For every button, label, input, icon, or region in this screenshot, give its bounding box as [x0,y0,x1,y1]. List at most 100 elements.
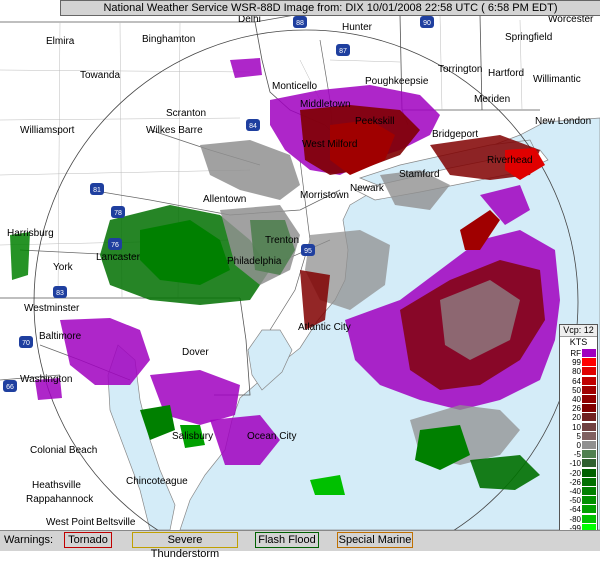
city-label: Torrington [438,64,482,75]
legend-item: 64 [560,376,597,386]
legend-unit: KTS [569,337,588,347]
legend-item-label: -40 [569,487,581,496]
legend-item-label: 10 [572,422,581,432]
legend-item: 26 [560,404,597,413]
warnings-label: Warnings: [4,534,54,546]
legend-item-swatch [582,514,596,523]
city-label: Lancaster [96,252,141,263]
flash-flood-warning-button[interactable]: Flash Flood [255,532,319,548]
city-label: Trenton [265,235,299,246]
legend-item: -10 [560,459,597,468]
legend-item-swatch [582,395,596,403]
legend-item-label: 80 [572,367,581,377]
city-label: Elmira [46,36,75,47]
legend-item-label: -5 [573,450,581,460]
legend-item: 99 [560,358,597,367]
legend-item-label: 26 [572,404,581,414]
city-label: Washington [20,374,72,385]
city-label: Towanda [80,70,120,81]
highway-shield-label: 88 [296,20,304,27]
legend-item-swatch [582,385,596,394]
legend-item-swatch [582,450,596,459]
legend-item-label: 5 [576,431,581,441]
legend-item: 40 [560,395,597,404]
city-label: Morristown [300,190,349,201]
city-label: Atlantic City [298,322,351,333]
city-label: Scranton [166,108,206,119]
highway-shield-label: 83 [56,290,64,297]
legend-item-swatch [582,376,596,385]
warnings-bar: Warnings: Tornado Severe Thunderstorm Fl… [0,530,600,560]
legend-item-swatch [582,367,596,376]
city-label: Monticello [272,81,317,92]
legend-item-label: 20 [572,413,581,423]
severe-thunderstorm-warning-button[interactable]: Severe Thunderstorm [132,532,238,560]
radar-map: Delhi Hunter Worcester Elmira Binghamton… [0,0,600,530]
image-title: National Weather Service WSR-88D Image f… [103,2,558,14]
legend-item: 5 [560,431,597,441]
legend-item-label: -20 [569,468,581,478]
city-label: Allentown [203,194,246,205]
city-label: Salisbury [172,431,213,442]
city-label: Heathsville [32,480,81,491]
legend-item-swatch [582,505,596,514]
legend-item: 20 [560,413,597,422]
legend-item: -40 [560,487,597,496]
city-label: Rappahannock [26,494,94,505]
city-label: Williamsport [20,125,75,136]
legend-item: RF [560,349,597,358]
legend-item-label: RF [570,349,581,358]
legend-title: Vcp: 12 [560,325,597,337]
legend-item: -80 [560,514,597,524]
legend-item: -64 [560,505,597,514]
highway-shield-label: 81 [93,187,101,194]
legend-item-label: -10 [569,459,581,469]
city-label: New London [535,116,591,127]
city-label: Middletown [300,99,351,110]
city-label: Willimantic [533,74,581,85]
highway-shield-label: 95 [304,248,312,255]
legend-item-swatch [582,422,596,431]
legend-item-swatch [582,404,596,413]
highway-shield-label: 70 [22,340,30,347]
special-marine-warning-button[interactable]: Special Marine [337,532,413,548]
highway-shield-label: 66 [6,384,14,391]
legend-item: 50 [560,385,597,395]
legend-item: 80 [560,367,597,376]
title-bar: National Weather Service WSR-88D Image f… [60,0,600,16]
city-label: Newark [350,183,385,194]
legend-item-label: 64 [572,376,581,386]
city-label: Hunter [342,22,373,33]
legend-item-swatch [582,496,596,505]
city-label: Binghamton [142,34,195,45]
legend-item-swatch [582,459,596,468]
highway-shield-label: 90 [423,20,431,27]
legend-item-swatch [582,349,596,357]
legend-item: 0 [560,441,597,450]
city-label: Beltsville [96,517,136,528]
velocity-legend: Vcp: 12 KTS RF 99 80 64 50 40 26 20 10 5 0 -5 -10 -20… [559,324,598,542]
city-label: Riverhead [487,155,533,166]
legend-item-label: -50 [569,496,581,506]
city-label: Poughkeepsie [365,76,429,87]
legend-item-swatch [582,468,596,477]
legend-item-swatch [582,413,596,422]
city-label: Colonial Beach [30,445,97,456]
legend-item: -50 [560,496,597,505]
legend-item-swatch [582,477,596,486]
highway-shield-label: 84 [249,123,257,130]
legend-item-label: 40 [572,395,581,404]
city-label: Ocean City [247,431,296,442]
city-label: Chincoteague [126,476,188,487]
highway-shield-label: 76 [111,242,119,249]
legend-item-label: 0 [576,441,581,450]
city-label: Bridgeport [432,129,478,140]
city-label: Springfield [505,32,552,43]
legend-item-label: -64 [569,505,581,515]
city-label: Dover [182,347,209,358]
tornado-warning-button[interactable]: Tornado [64,532,112,548]
legend-item: 10 [560,422,597,432]
legend-item: -5 [560,450,597,459]
city-label: Philadelphia [227,256,282,267]
city-label: Baltimore [39,331,82,342]
